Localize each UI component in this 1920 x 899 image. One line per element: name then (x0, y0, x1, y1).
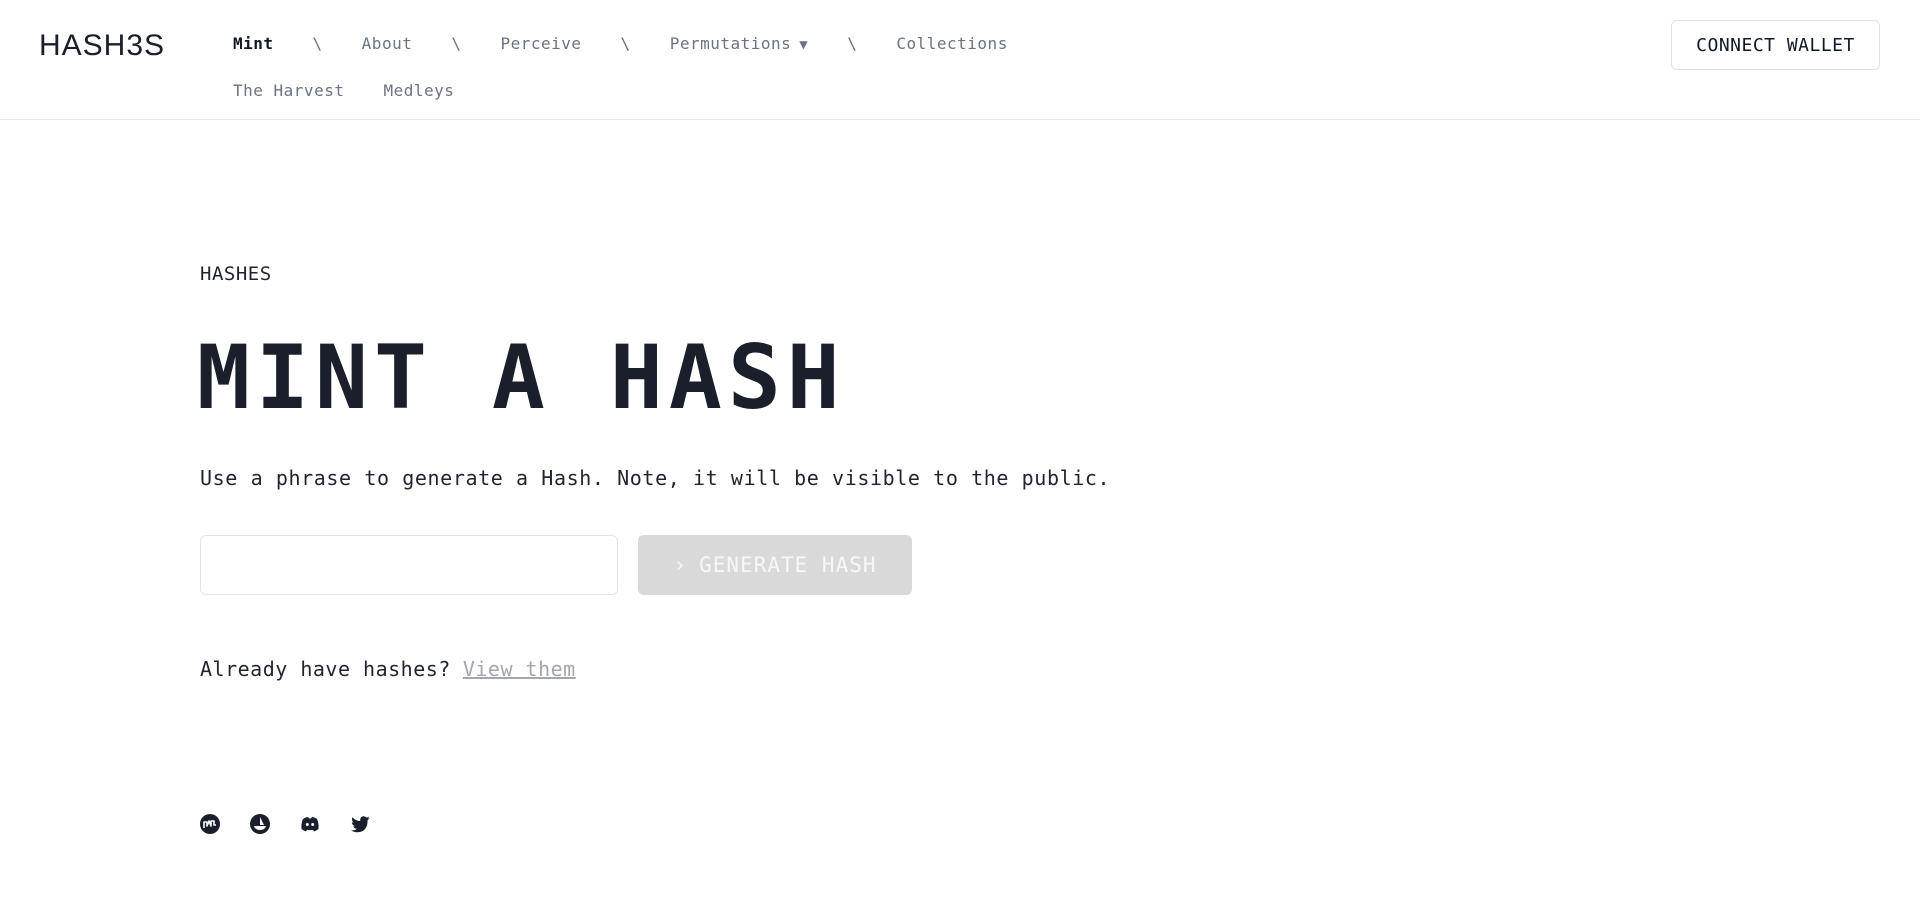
primary-nav: Mint \ About \ Perceive \ Permutations ▼ … (233, 34, 1008, 53)
already-have-hashes: Already have hashes? View them (200, 657, 576, 681)
generate-hash-button[interactable]: › GENERATE HASH (638, 535, 912, 595)
nav-collections[interactable]: Collections (896, 34, 1007, 53)
section-kicker: HASHES (200, 263, 272, 285)
page-title: MINT A HASH (197, 326, 846, 429)
site-header: HASH3S Mint \ About \ Perceive \ Permuta… (0, 0, 1920, 120)
nav-permutations-dropdown[interactable]: Permutations ▼ (670, 34, 809, 53)
view-them-link[interactable]: View them (463, 657, 576, 681)
twitter-icon[interactable] (349, 813, 371, 835)
page-description: Use a phrase to generate a Hash. Note, i… (200, 466, 1111, 490)
secondary-nav: The Harvest Medleys (233, 81, 454, 100)
chevron-right-icon: › (673, 553, 688, 577)
logo[interactable]: HASH3S (39, 29, 165, 63)
coinmarket-icon[interactable] (199, 813, 221, 835)
connect-wallet-button[interactable]: CONNECT WALLET (1671, 20, 1880, 70)
generate-hash-label: GENERATE HASH (699, 553, 877, 577)
nav-separator: \ (847, 34, 858, 53)
phrase-input[interactable] (200, 535, 618, 595)
nav-medleys[interactable]: Medleys (383, 81, 454, 100)
nav-separator: \ (312, 34, 323, 53)
nav-permutations-label: Permutations (669, 34, 792, 53)
nav-separator: \ (451, 34, 462, 53)
social-links (199, 813, 371, 835)
caret-down-icon: ▼ (799, 37, 809, 53)
already-text: Already have hashes? (200, 657, 451, 681)
discord-icon[interactable] (299, 813, 321, 835)
nav-perceive[interactable]: Perceive (500, 34, 581, 53)
nav-separator: \ (620, 34, 631, 53)
nav-mint[interactable]: Mint (233, 34, 274, 53)
logo-text: HASH3S (39, 29, 166, 62)
nav-the-harvest[interactable]: The Harvest (233, 81, 344, 100)
nav-about[interactable]: About (362, 34, 413, 53)
opensea-icon[interactable] (249, 813, 271, 835)
